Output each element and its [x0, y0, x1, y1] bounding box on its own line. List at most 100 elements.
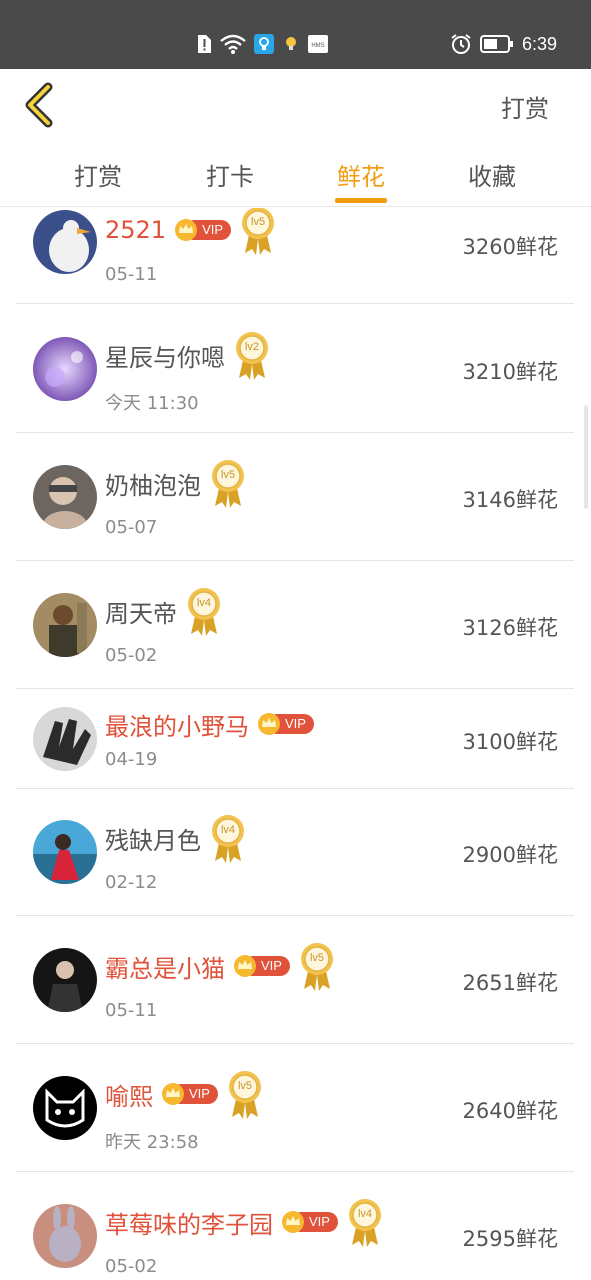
list-item[interactable]: 喻熙 VIP lv5 昨天 23:58 2640鲜花 — [16, 1044, 574, 1172]
user-name: 2521 — [105, 216, 167, 244]
crown-icon — [162, 1083, 184, 1105]
vip-badge: VIP — [174, 219, 232, 241]
reward-date: 05-02 — [105, 645, 158, 666]
name-line: 最浪的小野马 VIP — [105, 704, 314, 744]
reward-date: 今天 11:30 — [105, 393, 199, 414]
flower-amount: 3146鲜花 — [462, 488, 558, 512]
flower-amount: 2651鲜花 — [462, 971, 558, 995]
level-label: lv5 — [309, 952, 324, 964]
tab-checkin[interactable]: 打卡 — [180, 157, 280, 192]
reward-date: 05-02 — [105, 1256, 158, 1277]
flower-amount: 2595鲜花 — [462, 1227, 558, 1251]
user-name: 星辰与你嗯 — [105, 343, 225, 372]
level-label: lv5 — [237, 1080, 252, 1092]
level-medal-icon: lv4 — [346, 1197, 384, 1248]
avatar — [33, 707, 97, 771]
name-line: 2521 VIP lv5 — [105, 208, 277, 256]
name-line: 霸总是小猫 VIP lv5 — [105, 942, 336, 992]
reward-date: 04-19 — [105, 749, 158, 770]
name-line: 周天帝 lv4 — [105, 587, 223, 637]
flower-amount: 2900鲜花 — [462, 843, 558, 867]
avatar — [33, 593, 97, 657]
flower-amount: 2640鲜花 — [462, 1099, 558, 1123]
user-name: 草莓味的李子园 — [105, 1210, 273, 1239]
name-line: 残缺月色 lv4 — [105, 814, 247, 864]
list-item[interactable]: 草莓味的李子园 VIP lv4 05-02 2595鲜花 — [16, 1172, 574, 1280]
level-medal-icon: lv2 — [233, 330, 271, 381]
battery-icon — [479, 35, 513, 53]
status-bar: HMS 6:39 — [0, 0, 591, 69]
level-label: lv4 — [196, 597, 212, 609]
name-line: 草莓味的李子园 VIP lv4 — [105, 1198, 384, 1248]
list-item[interactable]: 2521 VIP lv5 05-11 3260鲜花 — [16, 208, 574, 304]
reward-date: 05-11 — [105, 264, 158, 285]
crown-icon — [282, 1211, 304, 1233]
crown-icon — [175, 219, 198, 241]
user-name: 残缺月色 — [105, 826, 201, 855]
level-medal-icon: lv4 — [185, 586, 223, 637]
list-item[interactable]: 奶柚泡泡 lv5 05-07 3146鲜花 — [16, 433, 574, 561]
avatar — [33, 210, 97, 274]
flower-amount: 3100鲜花 — [462, 730, 558, 754]
alarm-icon — [451, 34, 471, 54]
wifi-icon — [220, 34, 246, 54]
vip-badge: VIP — [257, 713, 314, 735]
scrollbar[interactable] — [584, 405, 588, 509]
vip-badge: VIP — [233, 955, 290, 977]
level-label: lv4 — [357, 1208, 372, 1220]
reward-date: 02-12 — [105, 872, 158, 893]
flower-amount: 3260鲜花 — [462, 235, 558, 259]
tab-flowers[interactable]: 鲜花 — [311, 157, 411, 192]
name-line: 星辰与你嗯 lv2 — [105, 331, 271, 381]
level-label: lv5 — [220, 469, 236, 481]
level-medal-icon: lv4 — [209, 813, 247, 864]
tab-active-indicator — [335, 198, 387, 203]
avatar — [33, 465, 97, 529]
avatar — [33, 337, 97, 401]
chevron-left-icon — [25, 82, 53, 128]
reward-action-button[interactable]: 打赏 — [501, 89, 549, 124]
level-medal-icon: lv5 — [226, 1069, 264, 1120]
list-item[interactable]: 霸总是小猫 VIP lv5 05-11 2651鲜花 — [16, 916, 574, 1044]
crown-icon — [234, 955, 256, 977]
reward-date: 昨天 23:58 — [105, 1132, 199, 1153]
tab-reward[interactable]: 打赏 — [48, 157, 148, 192]
crown-icon — [258, 713, 280, 735]
user-name: 最浪的小野马 — [105, 712, 249, 741]
app-notification-icon — [254, 34, 274, 54]
back-button[interactable] — [18, 81, 62, 129]
flower-amount: 3210鲜花 — [462, 360, 558, 384]
list-item[interactable]: 周天帝 lv4 05-02 3126鲜花 — [16, 561, 574, 689]
user-name: 奶柚泡泡 — [105, 471, 201, 500]
level-medal-icon: lv5 — [209, 458, 247, 509]
user-name: 霸总是小猫 — [105, 954, 225, 983]
avatar — [33, 820, 97, 884]
vip-badge: VIP — [161, 1083, 218, 1105]
flower-ranking-list: 2521 VIP lv5 05-11 3260鲜花 星辰与你嗯 lv2 今天 1… — [0, 208, 591, 1280]
avatar — [33, 1204, 97, 1268]
status-time: 6:39 — [521, 33, 557, 54]
level-medal-icon: lv5 — [239, 208, 277, 256]
user-name: 周天帝 — [105, 599, 177, 628]
avatar — [33, 948, 97, 1012]
level-label: lv2 — [244, 341, 260, 353]
svg-text:HMS: HMS — [311, 43, 324, 49]
vip-badge: VIP — [281, 1211, 338, 1233]
lightbulb-icon — [286, 37, 296, 50]
tab-favorites[interactable]: 收藏 — [442, 157, 542, 192]
list-item[interactable]: 最浪的小野马 VIP 04-19 3100鲜花 — [16, 689, 574, 789]
flower-amount: 3126鲜花 — [462, 616, 558, 640]
name-line: 奶柚泡泡 lv5 — [105, 459, 247, 509]
hms-icon: HMS — [308, 35, 328, 53]
tab-bar: 打赏 打卡 鲜花 收藏 — [0, 139, 591, 207]
list-item[interactable]: 残缺月色 lv4 02-12 2900鲜花 — [16, 788, 574, 916]
list-item[interactable]: 星辰与你嗯 lv2 今天 11:30 3210鲜花 — [16, 305, 574, 433]
status-icons-left: HMS — [196, 32, 328, 56]
status-icons-right: 6:39 — [450, 31, 557, 57]
user-name: 喻熙 — [105, 1082, 153, 1111]
level-label: lv4 — [220, 824, 236, 836]
reward-date: 05-11 — [105, 1000, 158, 1021]
reward-date: 05-07 — [105, 517, 158, 538]
level-label: lv5 — [251, 216, 266, 228]
name-line: 喻熙 VIP lv5 — [105, 1070, 264, 1120]
